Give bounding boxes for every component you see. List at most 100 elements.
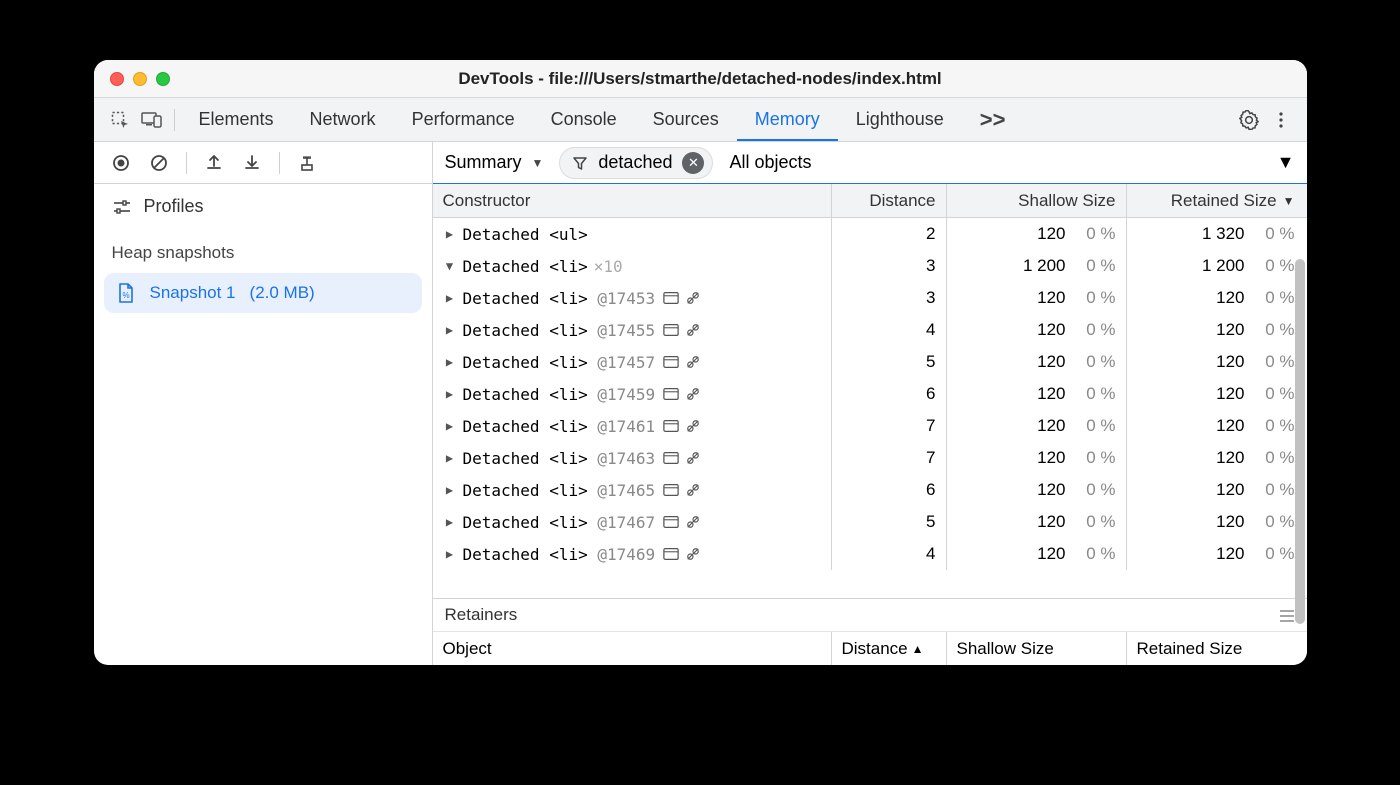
maximize-window-button[interactable] [156, 72, 170, 86]
shallow-size-value: 120 [1037, 448, 1065, 468]
tab-network[interactable]: Network [292, 98, 394, 141]
retained-pct: 0 % [1255, 448, 1295, 468]
profiles-label: Profiles [144, 196, 204, 217]
tab-console[interactable]: Console [533, 98, 635, 141]
element-badge-icon [663, 451, 679, 465]
retained-size-value: 120 [1216, 416, 1244, 436]
shallow-size-value: 120 [1037, 320, 1065, 340]
view-select[interactable]: Summary▼ [445, 152, 544, 173]
retainers-col-object[interactable]: Object [433, 632, 832, 665]
shallow-size-value: 120 [1037, 416, 1065, 436]
profiles-header[interactable]: Profiles [94, 184, 432, 229]
table-row[interactable]: ▼ Detached <li> ×10 3 1 2000 % 1 2000 % [433, 250, 1307, 282]
retainers-col-distance[interactable]: Distance▲ [832, 632, 947, 665]
disclosure-triangle-icon[interactable]: ▶ [443, 355, 457, 369]
detached-badge-icon [685, 419, 701, 433]
shallow-size-value: 1 200 [1023, 256, 1066, 276]
disclosure-triangle-icon[interactable]: ▶ [443, 323, 457, 337]
export-button[interactable] [197, 148, 231, 178]
table-row[interactable]: ▶ Detached <li> @17467 5 1200 % 1200 % [433, 506, 1307, 538]
constructor-name: Detached <li> [463, 481, 588, 500]
svg-text:%: % [122, 291, 129, 300]
table-row[interactable]: ▶ Detached <li> @17469 4 1200 % 1200 % [433, 538, 1307, 570]
memory-sidebar: Profiles Heap snapshots % Snapshot 1 (2.… [94, 142, 433, 665]
constructor-name: Detached <li> [463, 353, 588, 372]
settings-gear-icon[interactable] [1233, 104, 1265, 136]
disclosure-triangle-icon[interactable]: ▶ [443, 515, 457, 529]
retainers-col-retained[interactable]: Retained Size [1127, 632, 1307, 665]
object-id: @17465 [588, 481, 655, 500]
col-retained-size[interactable]: Retained Size▼ [1127, 184, 1307, 217]
kebab-menu-icon[interactable] [1265, 104, 1297, 136]
device-toolbar-icon[interactable] [136, 104, 168, 136]
table-row[interactable]: ▶ Detached <li> @17457 5 1200 % 1200 % [433, 346, 1307, 378]
disclosure-triangle-icon[interactable]: ▶ [443, 387, 457, 401]
shallow-size-value: 120 [1037, 384, 1065, 404]
inspect-element-icon[interactable] [104, 104, 136, 136]
object-id: @17461 [588, 417, 655, 436]
scope-select[interactable]: All objects ▼ [729, 152, 1294, 173]
shallow-pct: 0 % [1076, 544, 1116, 564]
disclosure-triangle-icon[interactable]: ▼ [443, 259, 457, 273]
more-tabs-button[interactable]: >> [962, 98, 1024, 141]
retainers-menu-icon[interactable] [1279, 608, 1295, 622]
object-id: @17457 [588, 353, 655, 372]
close-window-button[interactable] [110, 72, 124, 86]
object-id: @17469 [588, 545, 655, 564]
tab-elements[interactable]: Elements [181, 98, 292, 141]
retained-pct: 0 % [1255, 256, 1295, 276]
window-title: DevTools - file:///Users/stmarthe/detach… [458, 69, 941, 89]
col-distance[interactable]: Distance [832, 184, 947, 217]
tab-lighthouse[interactable]: Lighthouse [838, 98, 962, 141]
filter-value: detached [598, 152, 672, 173]
shallow-size-value: 120 [1037, 352, 1065, 372]
disclosure-triangle-icon[interactable]: ▶ [443, 451, 457, 465]
retainers-col-shallow[interactable]: Shallow Size [947, 632, 1127, 665]
clear-button[interactable] [142, 148, 176, 178]
shallow-pct: 0 % [1076, 288, 1116, 308]
instance-count: ×10 [594, 257, 623, 276]
detached-badge-icon [685, 387, 701, 401]
shallow-size-value: 120 [1037, 224, 1065, 244]
snapshot-size: 2.0 MB [255, 283, 309, 302]
table-row[interactable]: ▶ Detached <li> @17455 4 1200 % 1200 % [433, 314, 1307, 346]
shallow-pct: 0 % [1076, 352, 1116, 372]
constructor-name: Detached <li> [463, 321, 588, 340]
table-row[interactable]: ▶ Detached <li> @17463 7 1200 % 1200 % [433, 442, 1307, 474]
record-button[interactable] [104, 148, 138, 178]
retained-pct: 0 % [1255, 544, 1295, 564]
col-shallow-size[interactable]: Shallow Size [947, 184, 1127, 217]
tab-memory[interactable]: Memory [737, 98, 838, 141]
table-row[interactable]: ▶ Detached <li> @17453 3 1200 % 1200 % [433, 282, 1307, 314]
distance-value: 6 [926, 480, 935, 500]
table-row[interactable]: ▶ Detached <li> @17459 6 1200 % 1200 % [433, 378, 1307, 410]
retained-pct: 0 % [1255, 416, 1295, 436]
import-button[interactable] [235, 148, 269, 178]
detached-badge-icon [685, 291, 701, 305]
retained-pct: 0 % [1255, 320, 1295, 340]
tab-sources[interactable]: Sources [635, 98, 737, 141]
table-row[interactable]: ▶ Detached <li> @17461 7 1200 % 1200 % [433, 410, 1307, 442]
garbage-collect-button[interactable] [290, 148, 324, 178]
tab-performance[interactable]: Performance [394, 98, 533, 141]
object-id: @17459 [588, 385, 655, 404]
disclosure-triangle-icon[interactable]: ▶ [443, 419, 457, 433]
class-filter[interactable]: detached ✕ [559, 147, 713, 179]
element-badge-icon [663, 291, 679, 305]
disclosure-triangle-icon[interactable]: ▶ [443, 291, 457, 305]
disclosure-triangle-icon[interactable]: ▶ [443, 227, 457, 241]
element-badge-icon [663, 547, 679, 561]
clear-filter-button[interactable]: ✕ [682, 152, 704, 174]
retained-pct: 0 % [1255, 512, 1295, 532]
constructor-name: Detached <li> [463, 289, 588, 308]
element-badge-icon [663, 483, 679, 497]
table-row[interactable]: ▶ Detached <ul> 2 1200 % 1 3200 % [433, 218, 1307, 250]
disclosure-triangle-icon[interactable]: ▶ [443, 483, 457, 497]
element-badge-icon [663, 387, 679, 401]
vertical-scrollbar[interactable] [1295, 259, 1305, 624]
snapshot-item[interactable]: % Snapshot 1 (2.0 MB) [104, 273, 422, 313]
minimize-window-button[interactable] [133, 72, 147, 86]
table-row[interactable]: ▶ Detached <li> @17465 6 1200 % 1200 % [433, 474, 1307, 506]
col-constructor[interactable]: Constructor [433, 184, 832, 217]
disclosure-triangle-icon[interactable]: ▶ [443, 547, 457, 561]
